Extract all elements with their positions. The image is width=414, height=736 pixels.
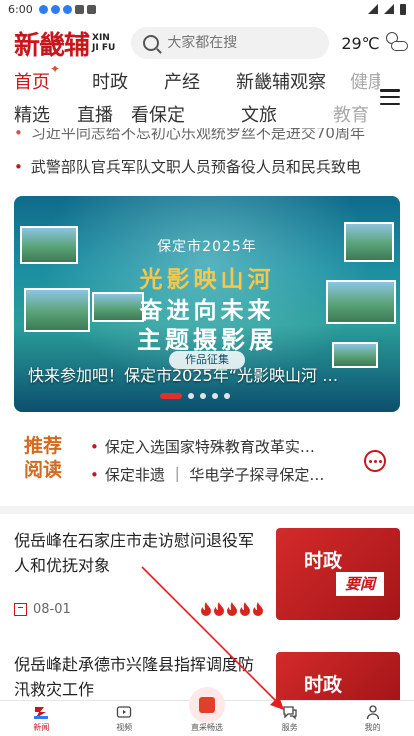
heat-rating — [200, 602, 264, 616]
channel-tabs-row1: 首页 ✦ 时政 产经 新畿辅观察 健康 — [0, 66, 380, 96]
banner-carousel[interactable]: 保定市2025年 光影映山河 奋进向未来 主题摄影展 作品征集 快来参加吧！保定… — [14, 196, 400, 412]
carousel-dot[interactable] — [160, 393, 182, 399]
shopping-bag-icon — [198, 697, 215, 713]
carousel-dot[interactable] — [188, 393, 194, 399]
nav-news[interactable]: 新闻 — [0, 701, 83, 736]
app-logo[interactable]: 新畿辅 XIN JI FU — [14, 25, 115, 62]
logo-english-line2: JI FU — [92, 43, 116, 53]
battery-icon — [400, 3, 406, 15]
carousel-dot[interactable] — [200, 393, 206, 399]
headline-text: 习近平同志给不忘初心乐观统罗丝不是进交70周年 — [30, 128, 365, 140]
status-indicators — [368, 3, 406, 15]
headline-ticker-item[interactable]: • 武警部队官兵军队文职人员预备役人员和民兵致电 — [14, 156, 400, 177]
tab-featured[interactable]: 精选 — [14, 101, 50, 127]
flame-icon — [201, 602, 211, 616]
nav-video[interactable]: 视频 — [83, 701, 166, 736]
news-thumbnail: 时政 — [276, 652, 400, 700]
banner-headline-1: 光影映山河 — [139, 267, 275, 293]
headline-ticker-item[interactable]: • 习近平同志给不忘初心乐观统罗丝不是进交70周年 — [14, 128, 400, 140]
temperature: 29℃ — [341, 33, 380, 53]
channel-tabs-row2: 精选 直播 看保定 文旅 教育 — [0, 99, 380, 129]
nav-service[interactable]: 服务 — [248, 701, 331, 736]
tab-live[interactable]: 直播 — [77, 101, 113, 127]
nav-profile[interactable]: 我的 — [331, 701, 414, 736]
search-icon — [143, 35, 160, 51]
flame-icon — [227, 602, 237, 616]
flame-icon — [240, 602, 250, 616]
tab-baoding[interactable]: 看保定 — [131, 101, 185, 127]
star-icon: ✦ — [49, 66, 60, 76]
flame-icon — [253, 602, 263, 616]
banner-headline-3: 主题摄影展 — [137, 326, 277, 354]
logo-english-line1: XIN — [92, 33, 110, 43]
search-box[interactable] — [131, 27, 330, 59]
news-title: 倪岳峰赴承德市兴隆县指挥调度防汛救灾工作 — [14, 655, 255, 699]
user-icon — [366, 705, 379, 720]
logo-chinese: 新畿辅 — [14, 30, 90, 61]
wifi-icon — [368, 4, 378, 14]
logo-english: XIN JI FU — [92, 33, 115, 53]
news-date: 08-01 — [33, 602, 71, 617]
notification-icon — [62, 4, 72, 14]
app-header: 新畿辅 XIN JI FU 29℃ — [0, 22, 414, 64]
recommended-reading: 推荐 阅读 • 保定入选国家特殊教育改革实… • 保定非遗 ｜ 华电学子探寻保定… — [14, 430, 400, 492]
banner-caption: 快来参加吧！保定市2025年“光影映山河 … — [28, 366, 339, 385]
nav-shop[interactable]: 直采畅选 — [166, 687, 249, 736]
status-bar: 6:00 — [0, 0, 414, 18]
video-icon — [117, 706, 132, 718]
notification-icon — [74, 4, 84, 14]
tab-health[interactable]: 健康 — [350, 68, 380, 94]
recommend-item[interactable]: • 保定入选国家特殊教育改革实… — [90, 436, 360, 457]
recommend-label: 推荐 阅读 — [24, 435, 63, 481]
partly-cloudy-icon — [385, 32, 408, 54]
more-icon[interactable] — [364, 450, 386, 472]
bottom-navigation: 新闻 视频 直采畅选 服务 我的 — [0, 687, 414, 736]
tab-home[interactable]: 首页 ✦ — [14, 66, 60, 94]
news-meta: 08-01 — [14, 602, 71, 617]
status-time: 6:00 — [8, 2, 33, 16]
news-thumbnail: 时政 要闻 — [276, 528, 400, 620]
banner-year-line: 保定市2025年 — [157, 239, 257, 255]
carousel-dot[interactable] — [224, 393, 230, 399]
weather-widget[interactable]: 29℃ — [341, 32, 408, 54]
top-pin-icon — [14, 603, 27, 616]
tab-politics[interactable]: 时政 — [92, 68, 128, 94]
menu-icon[interactable] — [380, 89, 400, 105]
notification-icon — [86, 4, 96, 14]
news-card[interactable]: 倪岳峰在石家庄市走访慰问退役军人和优抚对象 08-01 时政 要闻 — [14, 528, 400, 624]
search-input[interactable] — [167, 35, 318, 51]
carousel-indicator — [160, 393, 230, 399]
tab-culture-travel[interactable]: 文旅 — [241, 101, 277, 127]
tab-economy[interactable]: 产经 — [164, 68, 200, 94]
tab-education[interactable]: 教育 — [333, 101, 369, 127]
tab-observation[interactable]: 新畿辅观察 — [236, 68, 326, 94]
recommend-item[interactable]: • 保定非遗 ｜ 华电学子探寻保定… — [90, 464, 360, 485]
notification-icon — [38, 4, 48, 14]
headline-text: 武警部队官兵军队文职人员预备役人员和民兵致电 — [30, 158, 361, 176]
shop-bubble — [188, 687, 225, 723]
flame-icon — [214, 602, 224, 616]
notification-icon — [50, 4, 60, 14]
chat-service-icon — [283, 706, 297, 720]
news-title: 倪岳峰在石家庄市走访慰问退役军人和优抚对象 — [14, 531, 255, 575]
signal-icon — [384, 4, 394, 14]
news-logo-icon — [34, 707, 49, 719]
section-divider — [0, 506, 414, 514]
carousel-dot[interactable] — [212, 393, 218, 399]
